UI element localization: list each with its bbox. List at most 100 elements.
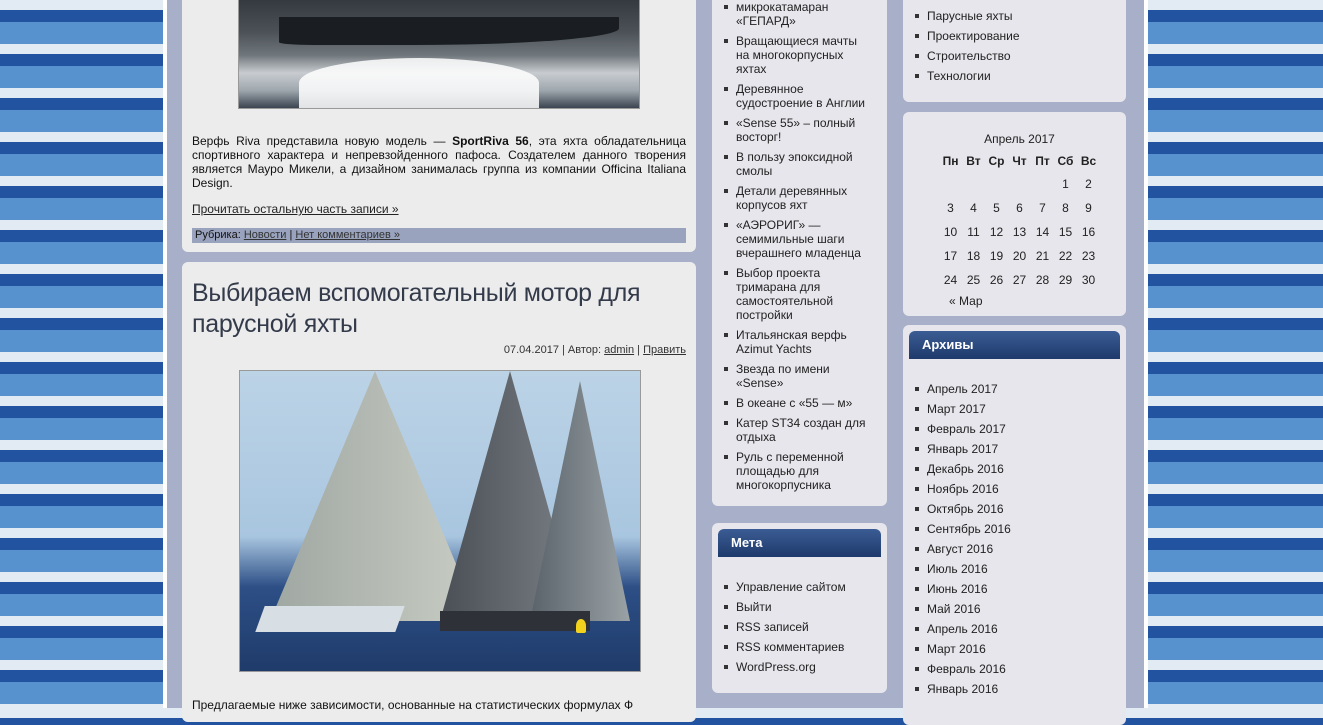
meta-link[interactable]: Управление сайтом xyxy=(724,580,846,594)
calendar-day: 22 xyxy=(1058,249,1073,263)
boat-hull-shape xyxy=(255,606,405,632)
archive-month-link[interactable]: Август 2016 xyxy=(915,542,1011,556)
recent-post-link[interactable]: В океане с «55 — м» xyxy=(724,396,871,410)
separator: | xyxy=(289,229,293,241)
comments-link[interactable]: Нет комментариев » xyxy=(295,229,400,241)
calendar-weekday: Чт xyxy=(1012,154,1027,168)
archive-month-link[interactable]: Ноябрь 2016 xyxy=(915,482,1011,496)
category-link[interactable]: Парусные яхты xyxy=(915,9,1020,23)
meta-link[interactable]: WordPress.org xyxy=(724,660,846,674)
excerpt-model-name: SportRiva 56 xyxy=(452,134,529,148)
calendar-weekday: Сб xyxy=(1057,154,1074,168)
recent-post-link[interactable]: Катер ST34 создан для отдыха xyxy=(724,416,871,444)
calendar-day xyxy=(939,172,962,196)
category-link-news[interactable]: Новости xyxy=(244,229,287,241)
archive-month-link[interactable]: Февраль 2016 xyxy=(915,662,1011,676)
recent-post-link[interactable]: Деревянное судостроение в Англии xyxy=(724,82,871,110)
recent-post-link[interactable]: микрокатамаран «ГЕПАРД» xyxy=(724,0,871,28)
calendar-day: 5 xyxy=(993,201,1000,215)
post-meta: 07.04.2017 | Автор: admin | Править xyxy=(504,344,686,356)
category-link[interactable]: Строительство xyxy=(915,49,1020,63)
calendar-day: 18 xyxy=(966,249,981,263)
calendar-weekday: Пт xyxy=(1035,154,1050,168)
calendar-day: 8 xyxy=(1062,201,1069,215)
calendar-week-row: 12 xyxy=(939,172,1100,196)
archive-month-link[interactable]: Июль 2016 xyxy=(915,562,1011,576)
meta-link[interactable]: RSS записей xyxy=(724,620,846,634)
calendar-weekday: Вс xyxy=(1080,154,1097,168)
calendar-weekday: Вт xyxy=(966,154,981,168)
calendar-day: 2 xyxy=(1085,177,1092,191)
recent-post-link[interactable]: Вращающиеся мачты на многокорпусных яхта… xyxy=(724,34,871,76)
buoy-shape xyxy=(576,619,586,633)
excerpt-text-start: Верфь Riva представила новую модель — xyxy=(192,134,453,148)
author-label: | Автор: xyxy=(562,344,602,356)
calendar: Апрель 2017 Пн Вт Ср Чт Пт Сб Вс 1 2 3 4 5 6 7 8 9 10 11… xyxy=(939,132,1100,308)
categories-widget: Парусные яхты Проектирование Строительство… xyxy=(903,0,1126,102)
calendar-day: 28 xyxy=(1035,273,1050,287)
post-sportriva: Верфь Riva представила новую модель — Sp… xyxy=(182,0,696,252)
post-image-motor-yacht xyxy=(238,0,640,109)
archive-month-link[interactable]: Апрель 2017 xyxy=(915,382,1011,396)
recent-post-link[interactable]: Итальянская верфь Azimut Yachts xyxy=(724,328,871,356)
calendar-day: 21 xyxy=(1035,249,1050,263)
archive-month-link[interactable]: Октябрь 2016 xyxy=(915,502,1011,516)
calendar-day: 19 xyxy=(989,249,1004,263)
post-title[interactable]: Выбираем вспомогательный мотор для парус… xyxy=(192,278,672,340)
calendar-day: 17 xyxy=(943,249,958,263)
calendar-day: 29 xyxy=(1058,273,1073,287)
calendar-day: 3 xyxy=(947,201,954,215)
recent-posts-widget: микрокатамаран «ГЕПАРД» Вращающиеся мачты… xyxy=(712,0,887,506)
archive-month-link[interactable]: Май 2016 xyxy=(915,602,1011,616)
archive-month-link[interactable]: Декабрь 2016 xyxy=(915,462,1011,476)
recent-post-link[interactable]: Руль с переменной площадью для многокорп… xyxy=(724,450,871,492)
calendar-table: Пн Вт Ср Чт Пт Сб Вс 1 2 3 4 5 6 7 8 9 10 11 12 13 14 15 16 17… xyxy=(939,150,1100,292)
recent-post-link[interactable]: «Sense 55» – полный восторг! xyxy=(724,116,871,144)
archive-month-link[interactable]: Июнь 2016 xyxy=(915,582,1011,596)
author-link[interactable]: admin xyxy=(604,344,634,356)
category-link[interactable]: Проектирование xyxy=(915,29,1020,43)
post-date: 07.04.2017 xyxy=(503,344,559,356)
archive-month-link[interactable]: Сентябрь 2016 xyxy=(915,522,1011,536)
archive-month-link[interactable]: Февраль 2017 xyxy=(915,422,1011,436)
meta-widget-title: Мета xyxy=(718,529,881,557)
read-more-link[interactable]: Прочитать остальную часть записи » xyxy=(192,202,399,216)
archive-month-link[interactable]: Январь 2016 xyxy=(915,682,1011,696)
calendar-prev-month-link[interactable]: « Мар xyxy=(939,294,1100,308)
categories-list: Парусные яхты Проектирование Строительство… xyxy=(915,9,1020,89)
meta-link[interactable]: RSS комментариев xyxy=(724,640,846,654)
post-image-sailboats xyxy=(239,370,641,672)
recent-post-link[interactable]: Детали деревянных корпусов яхт xyxy=(724,184,871,212)
recent-post-link[interactable]: Звезда по имени «Sense» xyxy=(724,362,871,390)
post-excerpt: Верфь Riva представила новую модель — Sp… xyxy=(192,134,686,190)
separator: | xyxy=(637,344,641,356)
recent-post-link[interactable]: Выбор проекта тримарана для самостоятель… xyxy=(724,266,871,322)
calendar-day: 27 xyxy=(1012,273,1027,287)
boat-hull-shape xyxy=(440,611,590,631)
calendar-header-row: Пн Вт Ср Чт Пт Сб Вс xyxy=(939,150,1100,172)
archive-month-link[interactable]: Март 2017 xyxy=(915,402,1011,416)
calendar-day: 14 xyxy=(1035,225,1050,239)
archive-month-link[interactable]: Март 2016 xyxy=(915,642,1011,656)
meta-link[interactable]: Выйти xyxy=(724,600,846,614)
recent-post-link[interactable]: «АЭРОРИГ» — семимильные шаги вчерашнего … xyxy=(724,218,871,260)
category-link[interactable]: Технологии xyxy=(915,69,1020,83)
wake-foam-shape xyxy=(299,58,539,108)
calendar-day xyxy=(1008,172,1031,196)
archive-month-link[interactable]: Январь 2017 xyxy=(915,442,1011,456)
calendar-day: 23 xyxy=(1081,249,1096,263)
meta-list: Управление сайтом Выйти RSS записей RSS ком… xyxy=(724,580,846,680)
calendar-day xyxy=(1031,172,1054,196)
calendar-day: 25 xyxy=(966,273,981,287)
calendar-day: 30 xyxy=(1081,273,1096,287)
calendar-day xyxy=(985,172,1008,196)
archive-month-link[interactable]: Апрель 2016 xyxy=(915,622,1011,636)
post-excerpt: Предлагаемые ниже зависимости, основанны… xyxy=(192,698,634,712)
recent-post-link[interactable]: В пользу эпоксидной смолы xyxy=(724,150,871,178)
sail-shape xyxy=(270,371,480,621)
edit-link[interactable]: Править xyxy=(643,344,686,356)
calendar-day: 26 xyxy=(989,273,1004,287)
archives-widget: Архивы Апрель 2017 Март 2017 Февраль 2017 Я… xyxy=(903,325,1126,725)
calendar-day: 4 xyxy=(970,201,977,215)
post-motor-for-sailboat: Выбираем вспомогательный мотор для парус… xyxy=(182,262,696,722)
